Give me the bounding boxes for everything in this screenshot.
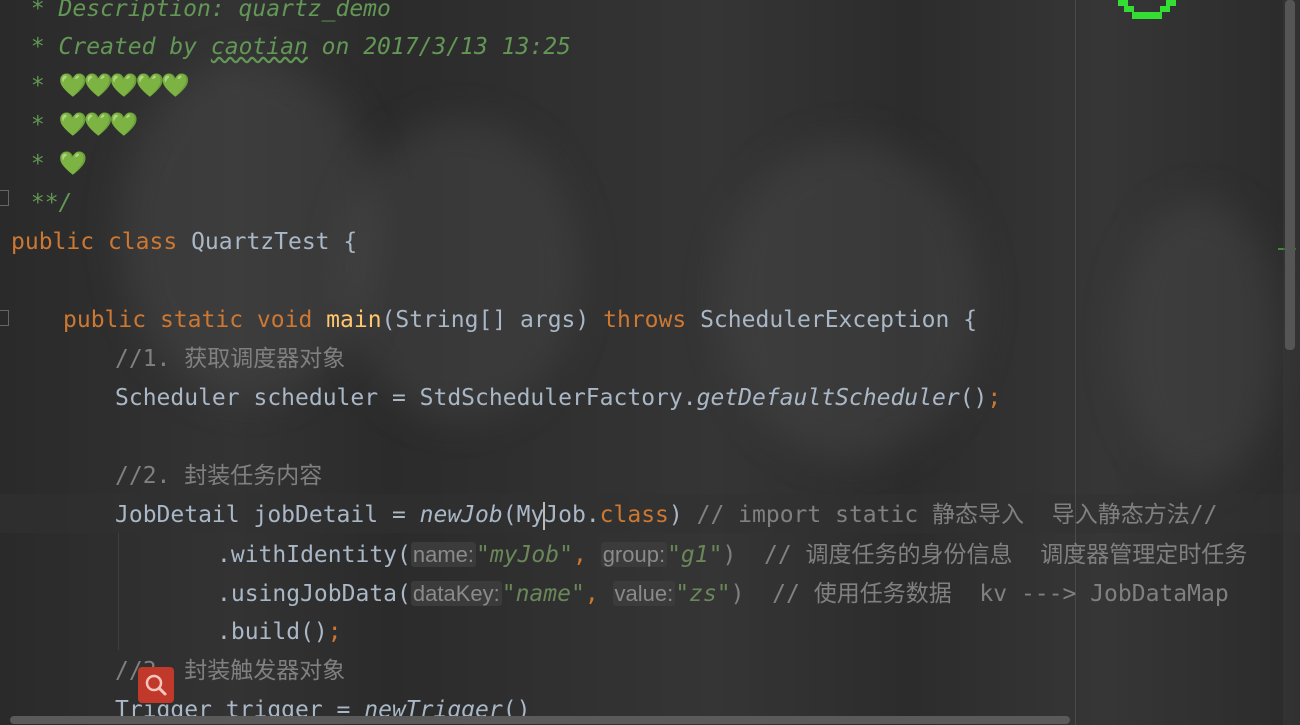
parameter-hint: dataKey: xyxy=(410,581,502,606)
keyword-public: public xyxy=(63,307,147,333)
vertical-scrollbar-thumb[interactable] xyxy=(1285,0,1295,350)
green-heart-icon: 💚 xyxy=(58,151,88,177)
code-line[interactable]: .withIdentity(name:"myJob", group:"g1") … xyxy=(217,535,1247,574)
parameter-hint: value: xyxy=(612,581,676,606)
background-photo-shade xyxy=(1120,200,1280,480)
code-line[interactable]: //2. 封装任务内容 xyxy=(115,457,322,496)
code-line[interactable]: * Created by caotian on 2017/3/13 13:25 xyxy=(17,28,571,67)
keyword-class: class xyxy=(107,229,178,255)
doc-comment-author: caotian xyxy=(210,34,308,60)
keyword-void: void xyxy=(256,307,313,333)
doc-comment-star: * xyxy=(17,151,59,177)
keyword-public: public xyxy=(11,229,95,255)
line-comment: //2. 封装任务内容 xyxy=(115,463,323,489)
scheduler-declaration: Scheduler scheduler = StdSchedulerFactor… xyxy=(115,385,697,411)
code-line[interactable]: public class QuartzTest { xyxy=(11,223,357,262)
comma: , xyxy=(584,581,599,607)
line-comment: ) // 调度任务的身份信息 调度器管理定时任务 xyxy=(722,542,1248,568)
code-line[interactable]: * 💚💚💚💚💚 xyxy=(17,67,190,106)
code-line-current[interactable]: JobDetail jobDetail = newJob(MyJob.class… xyxy=(115,496,1217,535)
doc-comment-end: **/ xyxy=(17,190,73,216)
green-pixel-icon[interactable] xyxy=(1118,0,1176,20)
code-line[interactable]: .usingJobData(dataKey:"name", value:"zs"… xyxy=(217,574,1229,613)
doc-comment-star: * xyxy=(17,112,59,138)
class-name: QuartzTest xyxy=(191,229,330,255)
main-params: (String[] args) xyxy=(381,307,590,333)
exception-type: SchedulerException xyxy=(700,307,950,333)
jobdetail-declaration: JobDetail jobDetail = xyxy=(115,502,420,528)
right-margin-guide xyxy=(1075,0,1076,725)
call-parens: () xyxy=(959,385,988,411)
green-heart-icons: 💚💚💚 xyxy=(58,112,139,138)
string-literal: "zs" xyxy=(675,581,731,607)
parameter-hint: group: xyxy=(600,542,668,567)
method-call: .usingJobData( xyxy=(217,581,411,607)
static-method-call: newJob xyxy=(419,502,503,528)
code-editor[interactable]: * Description: quartz_demo * Created by … xyxy=(0,0,1300,725)
line-comment: //1. 获取调度器对象 xyxy=(115,346,346,372)
code-line[interactable]: * Description: quartz_demo xyxy=(17,0,391,29)
doc-comment-date: on 2017/3/13 13:25 xyxy=(307,34,571,60)
green-heart-icons: 💚💚💚💚💚 xyxy=(58,73,190,99)
static-method-call: getDefaultScheduler xyxy=(696,385,960,411)
background-photo-shade xyxy=(340,120,580,420)
argument-text: Job. xyxy=(544,502,600,528)
method-call: .build() xyxy=(217,619,328,645)
fold-marker[interactable] xyxy=(0,190,9,206)
method-call: .withIdentity( xyxy=(217,542,411,568)
fold-marker[interactable] xyxy=(0,310,9,326)
horizontal-scrollbar-thumb[interactable] xyxy=(10,716,1070,724)
code-line[interactable]: Scheduler scheduler = StdSchedulerFactor… xyxy=(115,379,1001,418)
string-literal: "name" xyxy=(501,581,585,607)
semicolon: ; xyxy=(987,385,1002,411)
argument-text: (My xyxy=(502,502,545,528)
close-paren: ) xyxy=(668,502,683,528)
code-line[interactable]: **/ xyxy=(17,184,73,223)
keyword-throws: throws xyxy=(603,307,687,333)
code-line[interactable]: * 💚💚💚 xyxy=(17,106,139,145)
code-line[interactable]: //1. 获取调度器对象 xyxy=(115,340,345,379)
code-line[interactable]: public static void main(String[] args) t… xyxy=(63,301,977,340)
keyword-class: class xyxy=(599,502,669,528)
string-literal: "g1" xyxy=(667,542,723,568)
string-literal: "myJob" xyxy=(476,542,573,568)
comma: , xyxy=(572,542,587,568)
brace-open: { xyxy=(343,229,358,255)
search-button[interactable] xyxy=(138,667,174,703)
keyword-static: static xyxy=(159,307,244,333)
line-comment: // import static 静态导入 导入静态方法// xyxy=(682,502,1218,528)
line-comment: ) // 使用任务数据 kv ---> JobDataMap xyxy=(730,581,1229,607)
code-line[interactable]: * 💚 xyxy=(17,145,88,184)
indent-guide xyxy=(118,533,119,650)
code-line[interactable]: .build(); xyxy=(217,613,342,652)
parameter-hint: name: xyxy=(410,542,477,567)
method-name-main: main xyxy=(326,307,382,333)
magnifier-icon xyxy=(145,674,167,696)
brace-open: { xyxy=(963,307,978,333)
doc-comment-created: * Created by xyxy=(17,34,211,60)
semicolon: ; xyxy=(327,619,342,645)
doc-comment-star: * xyxy=(17,73,59,99)
doc-comment-description: * Description: quartz_demo xyxy=(17,0,391,22)
